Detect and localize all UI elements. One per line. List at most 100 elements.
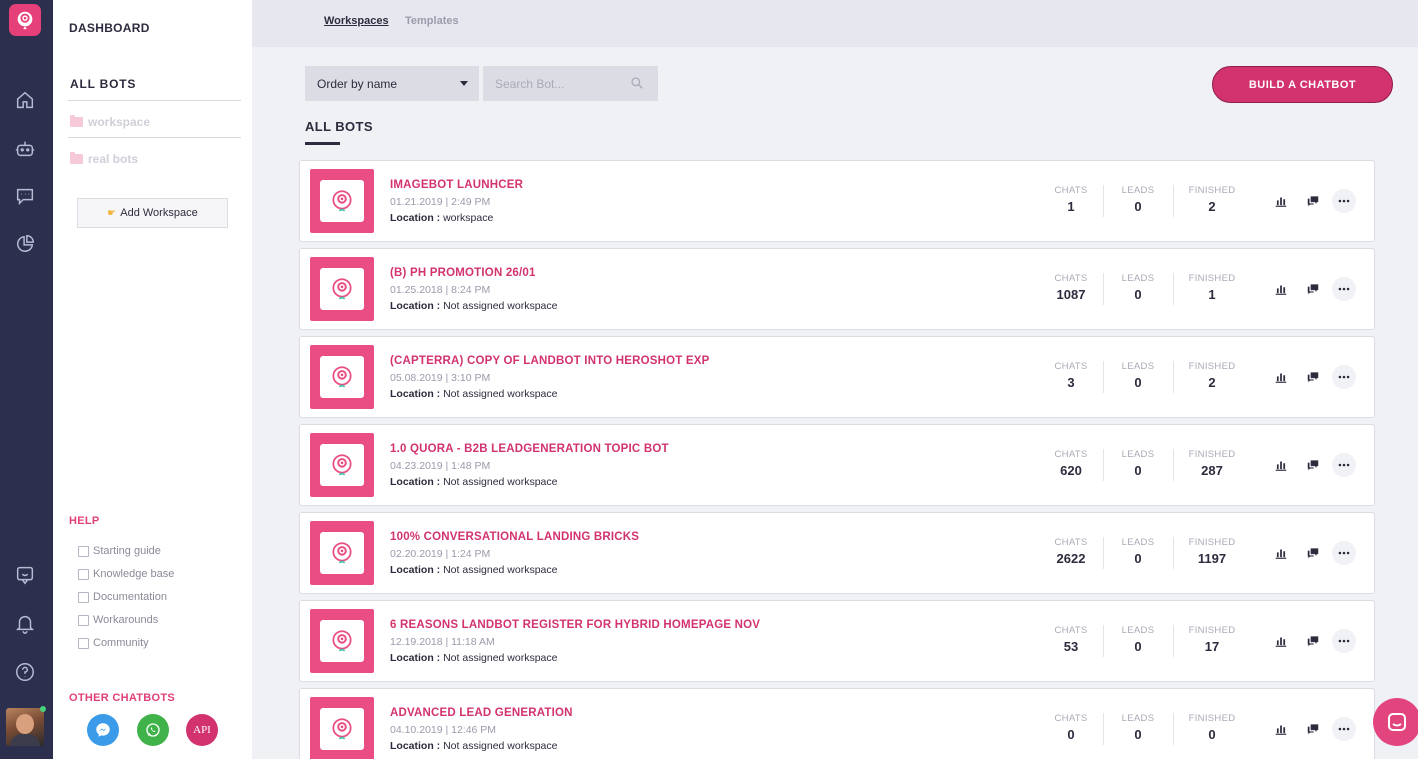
analytics-bar-chart-icon[interactable] (1269, 365, 1293, 389)
dashboard-link[interactable]: DASHBOARD (69, 21, 150, 35)
help-question-icon[interactable] (13, 660, 37, 684)
conversations-icon[interactable] (1301, 629, 1325, 653)
bot-card[interactable]: 6 REASONS LANDBOT REGISTER FOR HYBRID HO… (299, 600, 1375, 682)
bot-date: 02.20.2019 | 1:24 PM (390, 548, 491, 560)
leads-value: 0 (1134, 199, 1142, 214)
bot-card[interactable]: (CAPTERRA) COPY OF LANDBOT INTO HEROSHOT… (299, 336, 1375, 418)
location-label: Location : (390, 564, 441, 576)
help-knowledge-base[interactable]: Knowledge base (78, 568, 174, 580)
finished-stat: FINISHED 0 (1177, 713, 1247, 742)
order-by-dropdown[interactable]: Order by name (305, 66, 479, 101)
api-icon[interactable]: API (186, 714, 218, 746)
flow-icon (78, 614, 89, 626)
bot-name[interactable]: ADVANCED LEAD GENERATION (390, 707, 573, 719)
finished-value: 1 (1208, 287, 1216, 302)
workspace-item[interactable]: workspace (70, 115, 150, 129)
analytics-bar-chart-icon[interactable] (1269, 189, 1293, 213)
stat-divider (1173, 713, 1174, 745)
tab-workspaces[interactable]: Workspaces (324, 15, 389, 27)
bot-thumbnail[interactable] (310, 697, 374, 759)
workspace-item[interactable]: real bots (70, 152, 138, 166)
bot-card[interactable]: 1.0 QUORA - B2B LEADGENERATION TOPIC BOT… (299, 424, 1375, 506)
bot-name[interactable]: 6 REASONS LANDBOT REGISTER FOR HYBRID HO… (390, 619, 760, 631)
analytics-bar-chart-icon[interactable] (1269, 541, 1293, 565)
location-value: Not assigned workspace (443, 476, 558, 488)
messages-icon[interactable] (13, 184, 37, 208)
conversations-icon[interactable] (1301, 453, 1325, 477)
bot-thumbnail[interactable] (310, 521, 374, 585)
more-options-icon[interactable] (1332, 365, 1356, 389)
landbot-logo-icon[interactable] (9, 4, 41, 36)
conversations-icon[interactable] (1301, 541, 1325, 565)
finished-value: 287 (1201, 463, 1223, 478)
more-options-icon[interactable] (1332, 453, 1356, 477)
divider (68, 137, 241, 138)
bot-icon[interactable] (13, 137, 37, 161)
build-chatbot-button[interactable]: BUILD A CHATBOT (1212, 66, 1393, 103)
whatsapp-icon[interactable] (137, 714, 169, 746)
bot-card[interactable]: 100% CONVERSATIONAL LANDING BRICKS 02.20.… (299, 512, 1375, 594)
more-options-icon[interactable] (1332, 717, 1356, 741)
chats-stat: CHATS 620 (1036, 449, 1106, 478)
conversations-icon[interactable] (1301, 277, 1325, 301)
bot-name[interactable]: 100% CONVERSATIONAL LANDING BRICKS (390, 531, 639, 543)
more-options-icon[interactable] (1332, 189, 1356, 213)
bot-thumbnail[interactable] (310, 169, 374, 233)
leads-label: LEADS (1121, 273, 1155, 284)
finished-value: 17 (1204, 639, 1220, 654)
search-icon[interactable] (630, 76, 644, 90)
bot-name[interactable]: IMAGEBOT LAUNHCER (390, 179, 523, 191)
all-bots-link[interactable]: ALL BOTS (70, 77, 136, 91)
bot-date: 01.25.2018 | 8:24 PM (390, 284, 491, 296)
leads-label: LEADS (1121, 185, 1155, 196)
user-avatar[interactable] (6, 708, 44, 746)
bot-location: Location : Not assigned workspace (390, 652, 558, 664)
help-starting-guide[interactable]: Starting guide (78, 545, 161, 557)
chats-label: CHATS (1054, 625, 1088, 636)
bot-name[interactable]: (CAPTERRA) COPY OF LANDBOT INTO HEROSHOT… (390, 355, 710, 367)
support-chat-button[interactable] (1373, 698, 1418, 746)
finished-label: FINISHED (1188, 625, 1236, 636)
sidebar: DASHBOARD ALL BOTS workspace real bots ☛… (53, 0, 252, 759)
bot-name[interactable]: 1.0 QUORA - B2B LEADGENERATION TOPIC BOT (390, 443, 669, 455)
more-options-icon[interactable] (1332, 277, 1356, 301)
conversations-icon[interactable] (1301, 717, 1325, 741)
feedback-icon[interactable] (13, 563, 37, 587)
home-icon[interactable] (13, 88, 37, 112)
analytics-bar-chart-icon[interactable] (1269, 277, 1293, 301)
conversations-icon[interactable] (1301, 365, 1325, 389)
landbot-logo-icon (320, 444, 364, 486)
tab-templates[interactable]: Templates (405, 15, 459, 27)
stat-divider (1173, 361, 1174, 393)
help-community[interactable]: Community (78, 637, 149, 649)
more-options-icon[interactable] (1332, 541, 1356, 565)
notifications-bell-icon[interactable] (13, 611, 37, 635)
analytics-pie-icon[interactable] (13, 232, 37, 256)
bot-name[interactable]: (B) PH PROMOTION 26/01 (390, 267, 536, 279)
help-workarounds[interactable]: Workarounds (78, 614, 158, 626)
landbot-logo-icon (320, 180, 364, 222)
bot-thumbnail[interactable] (310, 257, 374, 321)
help-item-label: Workarounds (93, 614, 159, 626)
workspace-label: real bots (88, 152, 139, 166)
conversations-icon[interactable] (1301, 189, 1325, 213)
location-value: Not assigned workspace (443, 300, 558, 312)
bot-thumbnail[interactable] (310, 345, 374, 409)
help-item-label: Documentation (93, 591, 167, 603)
add-workspace-button[interactable]: ☛ Add Workspace (77, 198, 228, 228)
bot-card[interactable]: ADVANCED LEAD GENERATION 04.10.2019 | 12:… (299, 688, 1375, 759)
order-by-label: Order by name (317, 76, 398, 91)
help-documentation[interactable]: Documentation (78, 591, 167, 603)
analytics-bar-chart-icon[interactable] (1269, 629, 1293, 653)
chats-label: CHATS (1054, 537, 1088, 548)
bot-card[interactable]: IMAGEBOT LAUNHCER 01.21.2019 | 2:49 PM Loc… (299, 160, 1375, 242)
bot-thumbnail[interactable] (310, 609, 374, 673)
finished-label: FINISHED (1188, 273, 1236, 284)
bot-thumbnail[interactable] (310, 433, 374, 497)
location-label: Location : (390, 388, 441, 400)
analytics-bar-chart-icon[interactable] (1269, 453, 1293, 477)
analytics-bar-chart-icon[interactable] (1269, 717, 1293, 741)
messenger-icon[interactable] (87, 714, 119, 746)
bot-card[interactable]: (B) PH PROMOTION 26/01 01.25.2018 | 8:24 … (299, 248, 1375, 330)
more-options-icon[interactable] (1332, 629, 1356, 653)
